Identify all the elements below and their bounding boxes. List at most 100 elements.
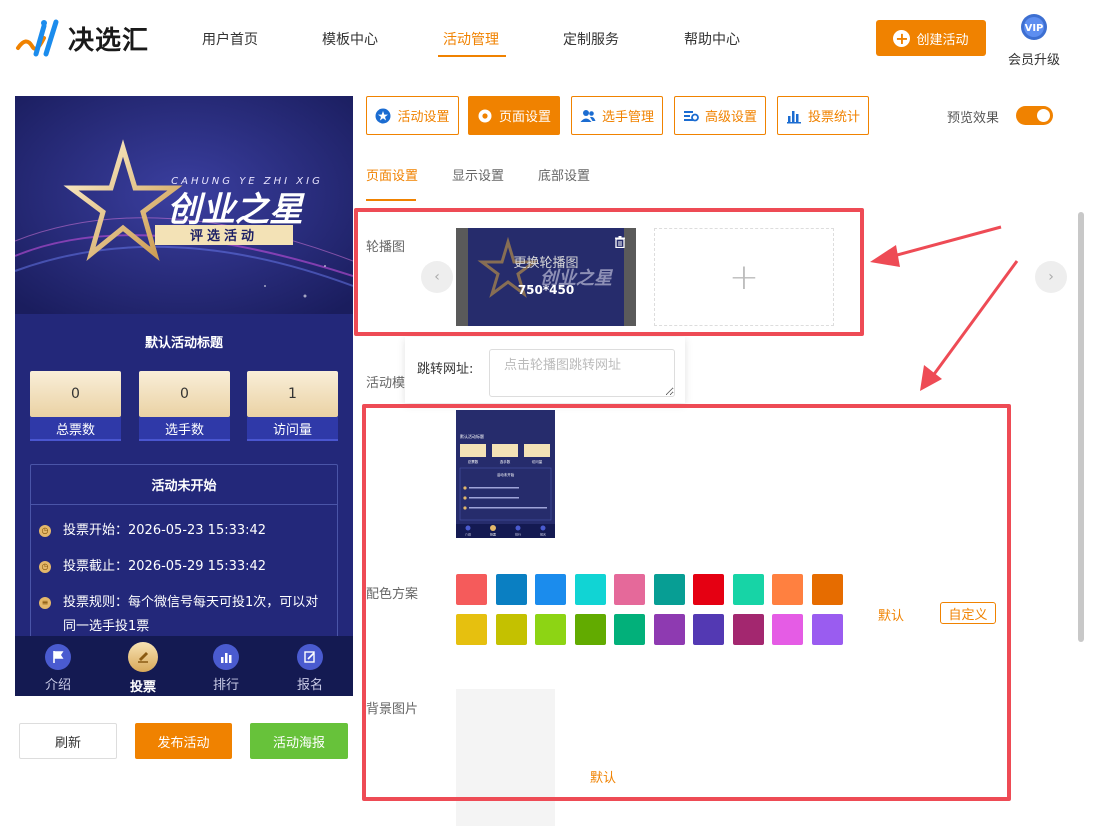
thumb-tab-label: 投票 (490, 532, 496, 537)
color-swatch[interactable] (772, 574, 803, 605)
create-activity-button[interactable]: + 创建活动 (876, 20, 986, 56)
color-default-option[interactable]: 默认 (878, 605, 904, 624)
scrollbar[interactable] (1078, 212, 1084, 642)
carousel-label: 轮播图 (366, 240, 406, 255)
plus-circle-icon: + (893, 28, 911, 48)
tab-contestant-management[interactable]: 选手管理 (571, 96, 663, 135)
stat-visits: 1 访问量 (247, 371, 338, 443)
change-carousel-text: 更换轮播图 (513, 256, 579, 271)
nav-activity-management[interactable]: 活动管理 (443, 29, 499, 49)
nav-custom-service[interactable]: 定制服务 (563, 29, 619, 49)
vote-start-text: 投票开始：2026-05-23 15:33:42 (63, 523, 267, 538)
thumb-stat-label: 选手数 (500, 459, 511, 464)
tab-activity-settings[interactable]: 活动设置 (366, 96, 459, 135)
carousel-prev-button[interactable]: ‹ (421, 261, 453, 293)
color-swatch[interactable] (614, 574, 645, 605)
color-swatch[interactable] (653, 614, 685, 645)
vote-icon (128, 642, 158, 672)
tab-label: 页面设置 (498, 110, 551, 125)
logo-mark-icon (16, 19, 59, 57)
carousel-size-text: 750*450 (517, 283, 575, 297)
refresh-button[interactable]: 刷新 (19, 723, 117, 759)
vote-rule-row: ≡ 投票规则：每个微信号每天可投1次，可以对同一选手投1票 (39, 591, 329, 639)
color-swatch[interactable] (732, 574, 764, 605)
vip-upgrade[interactable]: VIP 会员升级 (1008, 12, 1060, 68)
rule-icon: ≡ (39, 597, 51, 609)
flag-icon (45, 644, 71, 670)
thumb-tab-label: 排行 (515, 532, 521, 537)
vip-upgrade-label: 会员升级 (1008, 53, 1061, 68)
color-swatch[interactable] (456, 574, 487, 605)
tab-ranking[interactable]: 排行 (196, 644, 256, 693)
subtab-display-settings[interactable]: 显示设置 (452, 165, 504, 184)
vip-badge-icon: VIP (1021, 14, 1047, 40)
color-swatch[interactable] (732, 614, 764, 645)
color-swatch[interactable] (495, 574, 527, 605)
thumb-status: 活动未开始 (497, 472, 515, 477)
nav-help-center[interactable]: 帮助中心 (684, 29, 740, 49)
settings-sliders-icon (683, 110, 699, 121)
carousel-image[interactable]: 创业之星 更换轮播图 750*450 (456, 228, 636, 326)
clock-icon: ◷ (39, 561, 51, 573)
color-swatch[interactable] (811, 574, 843, 605)
color-swatch[interactable] (574, 574, 606, 605)
brand-logo[interactable]: 决选汇 (14, 18, 149, 58)
delete-icon[interactable] (614, 236, 626, 248)
vote-end-row: ◷ 投票截止：2026-05-29 15:33:42 (39, 555, 329, 579)
edit-form-icon (297, 644, 323, 670)
stat-label: 总票数 (30, 417, 121, 441)
plus-icon: + (728, 256, 760, 298)
color-swatch[interactable] (614, 614, 645, 645)
tab-intro[interactable]: 介绍 (28, 644, 88, 693)
tab-label: 投票统计 (807, 110, 860, 125)
color-swatch[interactable] (574, 614, 606, 645)
color-swatch[interactable] (653, 574, 685, 605)
color-custom-button[interactable]: 自定义 (940, 602, 996, 624)
add-carousel-button[interactable]: + (654, 228, 834, 326)
color-swatch[interactable] (535, 614, 566, 645)
mobile-preview: CAHUNG YE ZHI XIG 创业之星 评选活动 默认活动标题 0 总票数… (15, 96, 353, 696)
users-icon (580, 109, 596, 122)
preview-effect-toggle[interactable] (1016, 106, 1053, 125)
background-default-option[interactable]: 默认 (590, 767, 616, 786)
color-swatch[interactable] (772, 614, 803, 645)
tab-page-settings[interactable]: 页面设置 (468, 96, 560, 135)
star-circle-icon (375, 108, 391, 123)
background-image-upload[interactable] (456, 689, 555, 826)
thumb-title: 默认活动标题 (460, 433, 484, 439)
arrow-line (885, 225, 1002, 260)
color-swatch[interactable] (495, 614, 527, 645)
color-swatch[interactable] (693, 614, 724, 645)
nav-user-home[interactable]: 用户首页 (202, 29, 258, 49)
thumb-tab-label: 介绍 (465, 532, 471, 537)
color-swatch[interactable] (535, 574, 566, 605)
arrow-head (870, 245, 900, 267)
subtab-footer-settings[interactable]: 底部设置 (538, 165, 590, 184)
color-scheme-label: 配色方案 (366, 587, 419, 602)
tab-vote-statistics[interactable]: 投票统计 (777, 96, 869, 135)
stat-total-votes: 0 总票数 (30, 371, 121, 443)
color-swatch[interactable] (456, 614, 487, 645)
jump-url-input[interactable] (489, 349, 675, 397)
thumb-tab-label: 报名 (540, 532, 546, 537)
tab-signup[interactable]: 报名 (280, 644, 340, 693)
thumb-stat-label: 总票数 (468, 459, 479, 464)
activity-poster-button[interactable]: 活动海报 (250, 723, 348, 759)
activity-status: 活动未开始 (31, 465, 337, 505)
stat-label: 访问量 (247, 417, 338, 441)
tab-advanced-settings[interactable]: 高级设置 (674, 96, 766, 135)
stat-label: 选手数 (139, 417, 230, 441)
tab-vote[interactable]: 投票 (113, 642, 173, 695)
tab-label: 活动设置 (397, 110, 450, 125)
color-swatch[interactable] (693, 574, 724, 605)
arrow-head (920, 365, 942, 391)
publish-activity-button[interactable]: 发布活动 (135, 723, 232, 759)
subtab-page-settings[interactable]: 页面设置 (366, 165, 418, 184)
template-thumbnail[interactable]: 默认活动标题 总票数 选手数 访问量 活动未开始 介绍 投票 排行 报名 (456, 410, 555, 538)
carousel-banner-art: 创业之星 (477, 236, 614, 298)
stat-value: 0 (139, 371, 230, 417)
thumb-stat-label: 访问量 (532, 459, 543, 464)
color-swatch[interactable] (811, 614, 843, 645)
nav-template-center[interactable]: 模板中心 (322, 29, 378, 49)
carousel-next-button[interactable]: › (1035, 261, 1067, 293)
